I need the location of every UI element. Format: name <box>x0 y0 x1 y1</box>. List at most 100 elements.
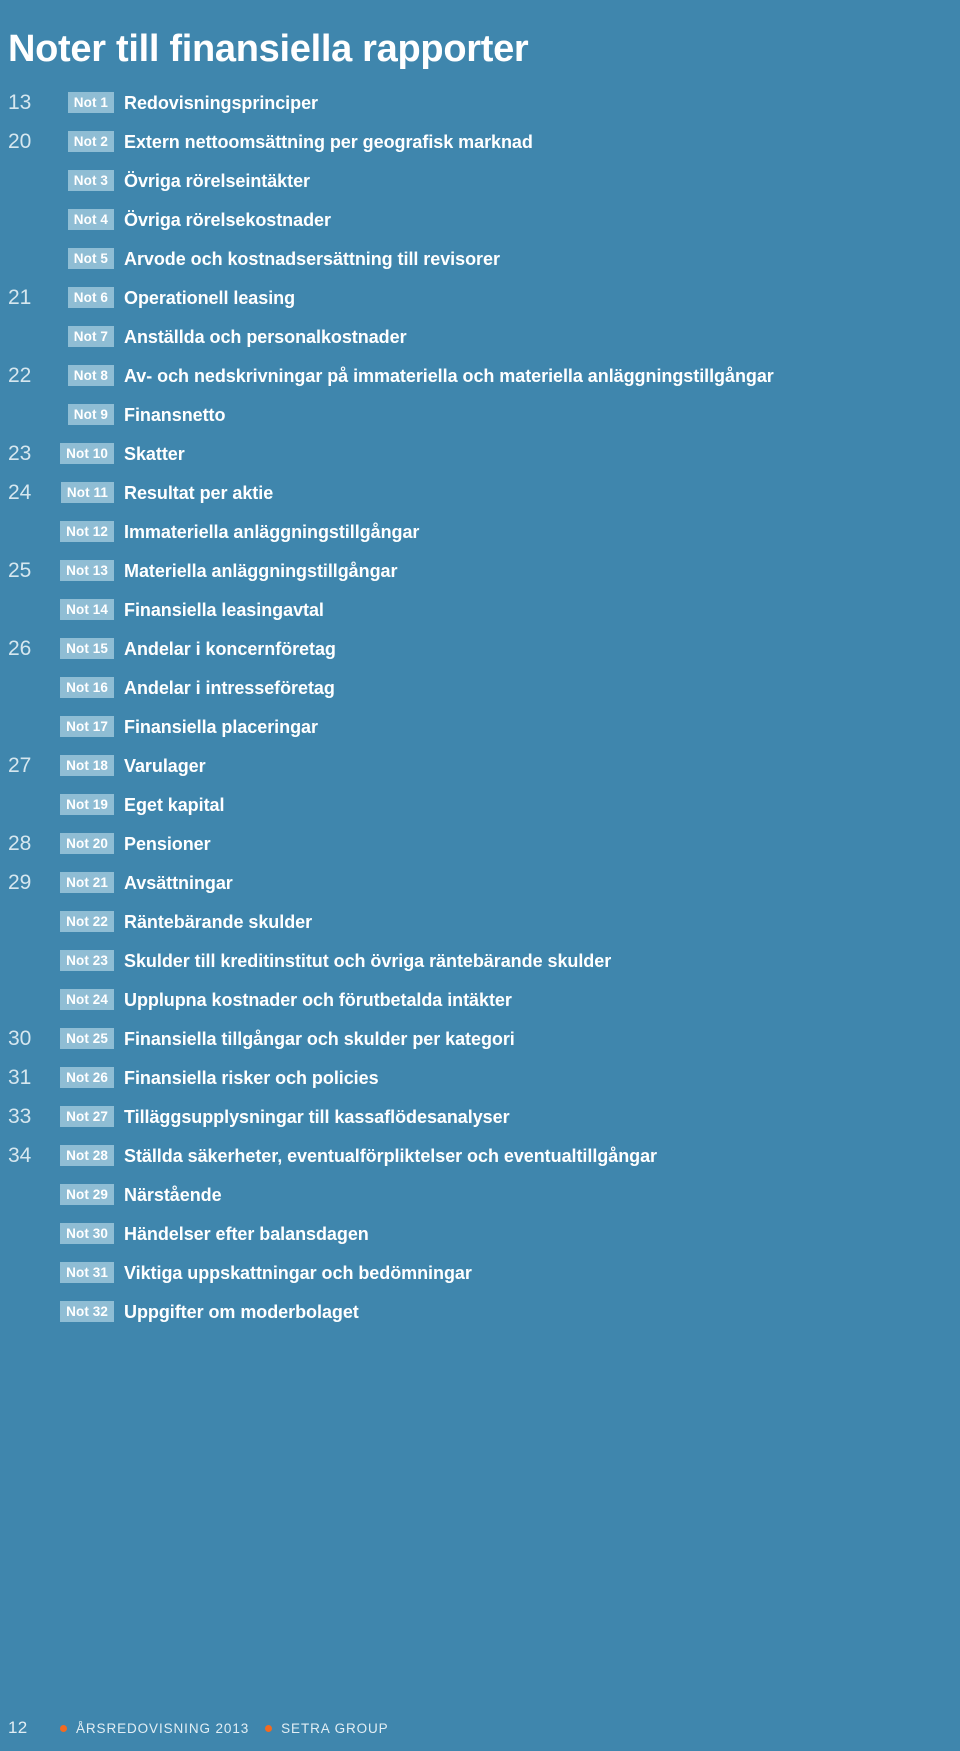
note-title[interactable]: Upplupna kostnader och förutbetalda intä… <box>114 989 512 1011</box>
note-badge[interactable]: Not 24 <box>60 989 114 1010</box>
note-badge[interactable]: Not 2 <box>67 131 114 152</box>
note-row[interactable]: Not 22 Räntebärande skulder <box>0 902 960 941</box>
note-badge[interactable]: Not 25 <box>60 1028 114 1049</box>
note-title[interactable]: Räntebärande skulder <box>114 911 312 933</box>
note-badge[interactable]: Not 27 <box>60 1106 114 1127</box>
note-badge[interactable]: Not 7 <box>67 326 114 347</box>
note-row[interactable]: Not 17 Finansiella placeringar <box>0 707 960 746</box>
note-row[interactable]: Not 30 Händelser efter balansdagen <box>0 1214 960 1253</box>
note-title[interactable]: Arvode och kostnadsersättning till revis… <box>114 248 500 270</box>
note-title[interactable]: Varulager <box>114 755 206 777</box>
note-title[interactable]: Finansiella tillgångar och skulder per k… <box>114 1028 515 1050</box>
note-row[interactable]: 13 Not 1 Redovisningsprinciper <box>0 83 960 122</box>
note-title[interactable]: Pensioner <box>114 833 211 855</box>
note-row[interactable]: Not 32 Uppgifter om moderbolaget <box>0 1292 960 1331</box>
note-row[interactable]: 29 Not 21 Avsättningar <box>0 863 960 902</box>
note-badge[interactable]: Not 9 <box>67 404 114 425</box>
note-title[interactable]: Finansnetto <box>114 404 226 426</box>
note-row[interactable]: Not 5 Arvode och kostnadsersättning till … <box>0 239 960 278</box>
note-badge[interactable]: Not 5 <box>67 248 114 269</box>
note-title[interactable]: Andelar i intresseföretag <box>114 677 335 699</box>
note-row[interactable]: 31 Not 26 Finansiella risker och policies <box>0 1058 960 1097</box>
note-title[interactable]: Händelser efter balansdagen <box>114 1223 369 1245</box>
note-badge[interactable]: Not 13 <box>60 560 114 581</box>
note-badge[interactable]: Not 3 <box>67 170 114 191</box>
note-row[interactable]: Not 29 Närstående <box>0 1175 960 1214</box>
note-title[interactable]: Extern nettoomsättning per geografisk ma… <box>114 131 533 153</box>
note-badge-cell: Not 19 <box>48 794 114 815</box>
note-row[interactable]: 22 Not 8 Av- och nedskrivningar på immater… <box>0 356 960 395</box>
note-row[interactable]: Not 3 Övriga rörelseintäkter <box>0 161 960 200</box>
note-title[interactable]: Andelar i koncernföretag <box>114 638 336 660</box>
note-title[interactable]: Eget kapital <box>114 794 224 816</box>
note-badge[interactable]: Not 14 <box>60 599 114 620</box>
note-title[interactable]: Av- och nedskrivningar på immateriella o… <box>114 365 774 387</box>
note-title[interactable]: Anställda och personalkostnader <box>114 326 407 348</box>
note-row[interactable]: 33 Not 27 Tilläggsupplysningar till kassaf… <box>0 1097 960 1136</box>
note-badge-cell: Not 6 <box>48 287 114 308</box>
note-badge[interactable]: Not 20 <box>60 833 114 854</box>
note-title[interactable]: Skatter <box>114 443 185 465</box>
note-row[interactable]: 25 Not 13 Materiella anläggningstillgångar <box>0 551 960 590</box>
note-title[interactable]: Redovisningsprinciper <box>114 92 318 114</box>
note-badge[interactable]: Not 11 <box>60 482 114 503</box>
note-badge[interactable]: Not 22 <box>60 911 114 932</box>
note-badge[interactable]: Not 31 <box>60 1262 114 1283</box>
note-badge[interactable]: Not 1 <box>67 92 114 113</box>
note-title[interactable]: Viktiga uppskattningar och bedömningar <box>114 1262 472 1284</box>
note-badge[interactable]: Not 15 <box>60 638 114 659</box>
note-row[interactable]: 23 Not 10 Skatter <box>0 434 960 473</box>
note-row[interactable]: Not 19 Eget kapital <box>0 785 960 824</box>
note-title[interactable]: Finansiella placeringar <box>114 716 318 738</box>
note-title[interactable]: Operationell leasing <box>114 287 295 309</box>
note-badge[interactable]: Not 12 <box>60 521 114 542</box>
note-badge-cell: Not 26 <box>48 1067 114 1088</box>
note-badge[interactable]: Not 10 <box>60 443 114 464</box>
note-badge[interactable]: Not 17 <box>60 716 114 737</box>
note-title[interactable]: Övriga rörelseintäkter <box>114 170 310 192</box>
note-row[interactable]: 27 Not 18 Varulager <box>0 746 960 785</box>
note-title[interactable]: Finansiella risker och policies <box>114 1067 379 1089</box>
note-title[interactable]: Avsättningar <box>114 872 233 894</box>
note-title[interactable]: Uppgifter om moderbolaget <box>114 1301 359 1323</box>
note-title[interactable]: Resultat per aktie <box>114 482 273 504</box>
note-badge[interactable]: Not 23 <box>60 950 114 971</box>
note-row[interactable]: Not 7 Anställda och personalkostnader <box>0 317 960 356</box>
note-badge[interactable]: Not 29 <box>60 1184 114 1205</box>
note-row[interactable]: 30 Not 25 Finansiella tillgångar och skuld… <box>0 1019 960 1058</box>
note-row[interactable]: Not 9 Finansnetto <box>0 395 960 434</box>
note-row[interactable]: 21 Not 6 Operationell leasing <box>0 278 960 317</box>
note-row[interactable]: 26 Not 15 Andelar i koncernföretag <box>0 629 960 668</box>
note-badge[interactable]: Not 21 <box>60 872 114 893</box>
note-badge[interactable]: Not 30 <box>60 1223 114 1244</box>
note-badge[interactable]: Not 19 <box>60 794 114 815</box>
note-title[interactable]: Övriga rörelsekostnader <box>114 209 331 231</box>
note-row[interactable]: 34 Not 28 Ställda säkerheter, eventualförp… <box>0 1136 960 1175</box>
note-badge[interactable]: Not 6 <box>67 287 114 308</box>
note-title[interactable]: Skulder till kreditinstitut och övriga r… <box>114 950 611 972</box>
note-row[interactable]: Not 12 Immateriella anläggningstillgångar <box>0 512 960 551</box>
note-row[interactable]: Not 24 Upplupna kostnader och förutbetald… <box>0 980 960 1019</box>
note-row[interactable]: Not 31 Viktiga uppskattningar och bedömni… <box>0 1253 960 1292</box>
note-row[interactable]: Not 16 Andelar i intresseföretag <box>0 668 960 707</box>
note-row[interactable]: 24 Not 11 Resultat per aktie <box>0 473 960 512</box>
note-title[interactable]: Närstående <box>114 1184 222 1206</box>
note-row[interactable]: 20 Not 2 Extern nettoomsättning per geogra… <box>0 122 960 161</box>
note-row[interactable]: Not 4 Övriga rörelsekostnader <box>0 200 960 239</box>
note-title[interactable]: Immateriella anläggningstillgångar <box>114 521 419 543</box>
note-title[interactable]: Finansiella leasingavtal <box>114 599 324 621</box>
note-badge[interactable]: Not 8 <box>67 365 114 386</box>
note-badge-cell: Not 24 <box>48 989 114 1010</box>
note-title[interactable]: Ställda säkerheter, eventualförpliktelse… <box>114 1145 657 1167</box>
note-badge[interactable]: Not 26 <box>60 1067 114 1088</box>
note-badge[interactable]: Not 28 <box>60 1145 114 1166</box>
note-row[interactable]: 28 Not 20 Pensioner <box>0 824 960 863</box>
note-title[interactable]: Tilläggsupplysningar till kassaflödesana… <box>114 1106 510 1128</box>
note-badge[interactable]: Not 32 <box>60 1301 114 1322</box>
note-row[interactable]: Not 23 Skulder till kreditinstitut och öv… <box>0 941 960 980</box>
note-badge[interactable]: Not 18 <box>60 755 114 776</box>
note-badge[interactable]: Not 4 <box>67 209 114 230</box>
note-row[interactable]: Not 14 Finansiella leasingavtal <box>0 590 960 629</box>
note-badge[interactable]: Not 16 <box>60 677 114 698</box>
note-title[interactable]: Materiella anläggningstillgångar <box>114 560 398 582</box>
